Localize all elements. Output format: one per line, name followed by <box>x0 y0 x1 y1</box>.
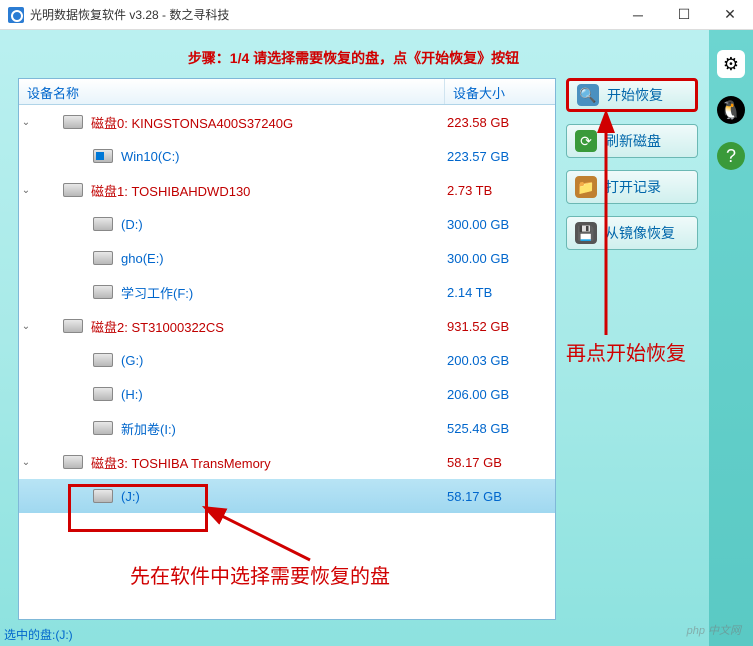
client-area: 步骤：1/4 请选择需要恢复的盘，点《开始恢复》按钮 设备名称 设备大小 ⌄ 磁… <box>0 30 753 646</box>
help-icon[interactable]: ? <box>717 142 745 170</box>
disk-name: 磁盘1: TOSHIBAHDWD130 <box>91 181 447 200</box>
volume-size: 300.00 GB <box>447 251 547 266</box>
expand-toggle[interactable]: ⌄ <box>19 321 33 332</box>
disk-row[interactable]: ⌄ 磁盘0: KINGSTONSA400S37240G 223.58 GB <box>19 105 555 139</box>
volume-size: 223.57 GB <box>447 149 547 164</box>
volume-icon <box>93 217 113 231</box>
volume-icon <box>93 353 113 367</box>
device-tree[interactable]: ⌄ 磁盘0: KINGSTONSA400S37240G 223.58 GB Wi… <box>19 105 555 619</box>
volume-name: 新加卷(I:) <box>121 419 447 438</box>
button-label: 刷新磁盘 <box>605 131 661 151</box>
titlebar: 光明数据恢复软件 v3.28 - 数之寻科技 ─ ☐ ✕ <box>0 0 753 30</box>
disk-row[interactable]: ⌄ 磁盘2: ST31000322CS 931.52 GB <box>19 309 555 343</box>
expand-toggle[interactable]: ⌄ <box>19 457 33 468</box>
app-icon <box>8 7 24 23</box>
disk-size: 58.17 GB <box>447 455 547 470</box>
disk-size: 931.52 GB <box>447 319 547 334</box>
disk-size: 2.73 TB <box>447 183 547 198</box>
maximize-button[interactable]: ☐ <box>661 0 707 30</box>
volume-icon <box>93 149 113 163</box>
close-button[interactable]: ✕ <box>707 0 753 30</box>
volume-size: 525.48 GB <box>447 421 547 436</box>
disk-icon <box>63 115 83 129</box>
volume-row[interactable]: 学习工作(F:) 2.14 TB <box>19 275 555 309</box>
volume-row[interactable]: 新加卷(I:) 525.48 GB <box>19 411 555 445</box>
watermark: php 中文网 <box>687 622 741 638</box>
volume-size: 300.00 GB <box>447 217 547 232</box>
qq-icon[interactable]: 🐧 <box>717 96 745 124</box>
expand-toggle[interactable]: ⌄ <box>19 185 33 196</box>
volume-icon <box>93 285 113 299</box>
column-device-size[interactable]: 设备大小 <box>445 79 555 104</box>
disk-icon <box>63 455 83 469</box>
action-button-panel: 🔍 开始恢复 ⟳ 刷新磁盘 📁 打开记录 💾 从镜像恢复 <box>566 78 704 262</box>
disk-name: 磁盘2: ST31000322CS <box>91 317 447 336</box>
button-label: 从镜像恢复 <box>605 223 675 243</box>
volume-name: (G:) <box>121 353 447 368</box>
volume-name: Win10(C:) <box>121 149 447 164</box>
disk-icon <box>63 183 83 197</box>
image-icon: 💾 <box>575 222 597 244</box>
volume-name: (J:) <box>121 489 447 504</box>
volume-row[interactable]: gho(E:) 300.00 GB <box>19 241 555 275</box>
volume-row[interactable]: (J:) 58.17 GB <box>19 479 555 513</box>
gear-icon[interactable]: ⚙ <box>717 50 745 78</box>
window-controls: ─ ☐ ✕ <box>615 0 753 30</box>
statusbar: 选中的盘:(J:) <box>0 626 753 646</box>
window-title: 光明数据恢复软件 v3.28 - 数之寻科技 <box>30 6 229 23</box>
table-header: 设备名称 设备大小 <box>19 79 555 105</box>
refresh-icon: ⟳ <box>575 130 597 152</box>
disk-row[interactable]: ⌄ 磁盘1: TOSHIBAHDWD130 2.73 TB <box>19 173 555 207</box>
button-label: 打开记录 <box>605 177 661 197</box>
column-device-name[interactable]: 设备名称 <box>19 79 445 104</box>
volume-row[interactable]: (H:) 206.00 GB <box>19 377 555 411</box>
recover-from-image-button[interactable]: 💾 从镜像恢复 <box>566 216 698 250</box>
disk-row[interactable]: ⌄ 磁盘3: TOSHIBA TransMemory 58.17 GB <box>19 445 555 479</box>
disk-name: 磁盘3: TOSHIBA TransMemory <box>91 453 447 472</box>
volume-icon <box>93 421 113 435</box>
search-icon: 🔍 <box>577 84 599 106</box>
folder-icon: 📁 <box>575 176 597 198</box>
expand-toggle[interactable]: ⌄ <box>19 117 33 128</box>
open-log-button[interactable]: 📁 打开记录 <box>566 170 698 204</box>
volume-size: 200.03 GB <box>447 353 547 368</box>
volume-size: 58.17 GB <box>447 489 547 504</box>
volume-icon <box>93 387 113 401</box>
start-recovery-button[interactable]: 🔍 开始恢复 <box>566 78 698 112</box>
volume-name: 学习工作(F:) <box>121 283 447 302</box>
volume-row[interactable]: (G:) 200.03 GB <box>19 343 555 377</box>
disk-icon <box>63 319 83 333</box>
volume-name: (D:) <box>121 217 447 232</box>
volume-size: 2.14 TB <box>447 285 547 300</box>
refresh-disk-button[interactable]: ⟳ 刷新磁盘 <box>566 124 698 158</box>
volume-icon <box>93 489 113 503</box>
volume-row[interactable]: (D:) 300.00 GB <box>19 207 555 241</box>
volume-icon <box>93 251 113 265</box>
step-header: 步骤：1/4 请选择需要恢复的盘，点《开始恢复》按钮 <box>0 48 707 68</box>
right-toolbar: ⚙ 🐧 ? <box>709 30 753 646</box>
minimize-button[interactable]: ─ <box>615 0 661 30</box>
volume-name: gho(E:) <box>121 251 447 266</box>
disk-name: 磁盘0: KINGSTONSA400S37240G <box>91 113 447 132</box>
annotation-text-right: 再点开始恢复 <box>566 340 686 368</box>
annotation-text-bottom: 先在软件中选择需要恢复的盘 <box>130 560 390 589</box>
volume-row[interactable]: Win10(C:) 223.57 GB <box>19 139 555 173</box>
disk-size: 223.58 GB <box>447 115 547 130</box>
volume-size: 206.00 GB <box>447 387 547 402</box>
device-tree-panel: 设备名称 设备大小 ⌄ 磁盘0: KINGSTONSA400S37240G 22… <box>18 78 556 620</box>
button-label: 开始恢复 <box>607 85 663 105</box>
volume-name: (H:) <box>121 387 447 402</box>
